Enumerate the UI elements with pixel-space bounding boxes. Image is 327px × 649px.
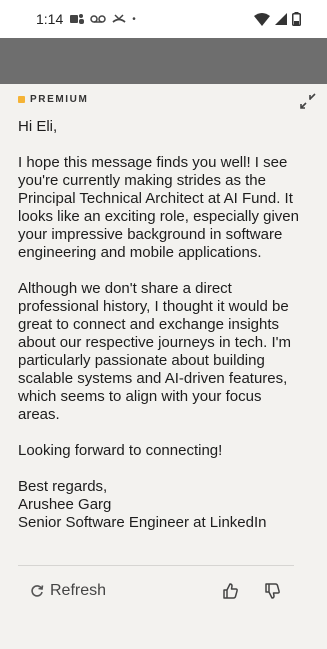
status-right: [254, 12, 301, 26]
refresh-icon: [31, 585, 44, 597]
message-signoff: Best regards,: [18, 478, 108, 495]
message-paragraph: I hope this message finds you well! I se…: [18, 154, 299, 261]
thumbs-down-icon[interactable]: [262, 581, 282, 601]
sender-name: Arushee Garg: [18, 496, 112, 513]
status-bar: 1:14 •: [0, 0, 327, 38]
dot-icon: •: [132, 13, 136, 25]
sender-title: Senior Software Engineer at LinkedIn: [18, 514, 267, 531]
signal-icon: [275, 13, 287, 25]
premium-header: PREMIUM: [18, 94, 88, 105]
wifi-icon: [254, 12, 270, 26]
status-left: 1:14 •: [36, 11, 136, 27]
voicemail-icon: [90, 15, 106, 23]
message-paragraph: Although we don't share a direct profess…: [18, 280, 292, 423]
thumbs-up-icon[interactable]: [220, 581, 240, 601]
dimmed-background: [0, 38, 327, 84]
action-row: Refresh: [30, 580, 284, 602]
missed-call-icon: [112, 14, 126, 23]
battery-icon: [292, 12, 301, 26]
message-greeting: Hi Eli,: [18, 118, 58, 135]
premium-label: PREMIUM: [30, 94, 89, 105]
divider: [18, 565, 294, 566]
premium-badge-icon: [18, 96, 25, 103]
refresh-label: Refresh: [50, 582, 107, 599]
notification-icons: •: [70, 13, 136, 25]
refresh-button[interactable]: Refresh: [30, 582, 106, 600]
teams-icon: [70, 14, 85, 24]
collapse-icon[interactable]: [299, 92, 317, 110]
message-body: Hi Eli, I hope this message finds you we…: [18, 118, 300, 532]
message-closing: Looking forward to connecting!: [18, 442, 223, 459]
status-time: 1:14: [36, 11, 64, 27]
ai-message-sheet: PREMIUM Hi Eli, I hope this message find…: [0, 84, 327, 649]
